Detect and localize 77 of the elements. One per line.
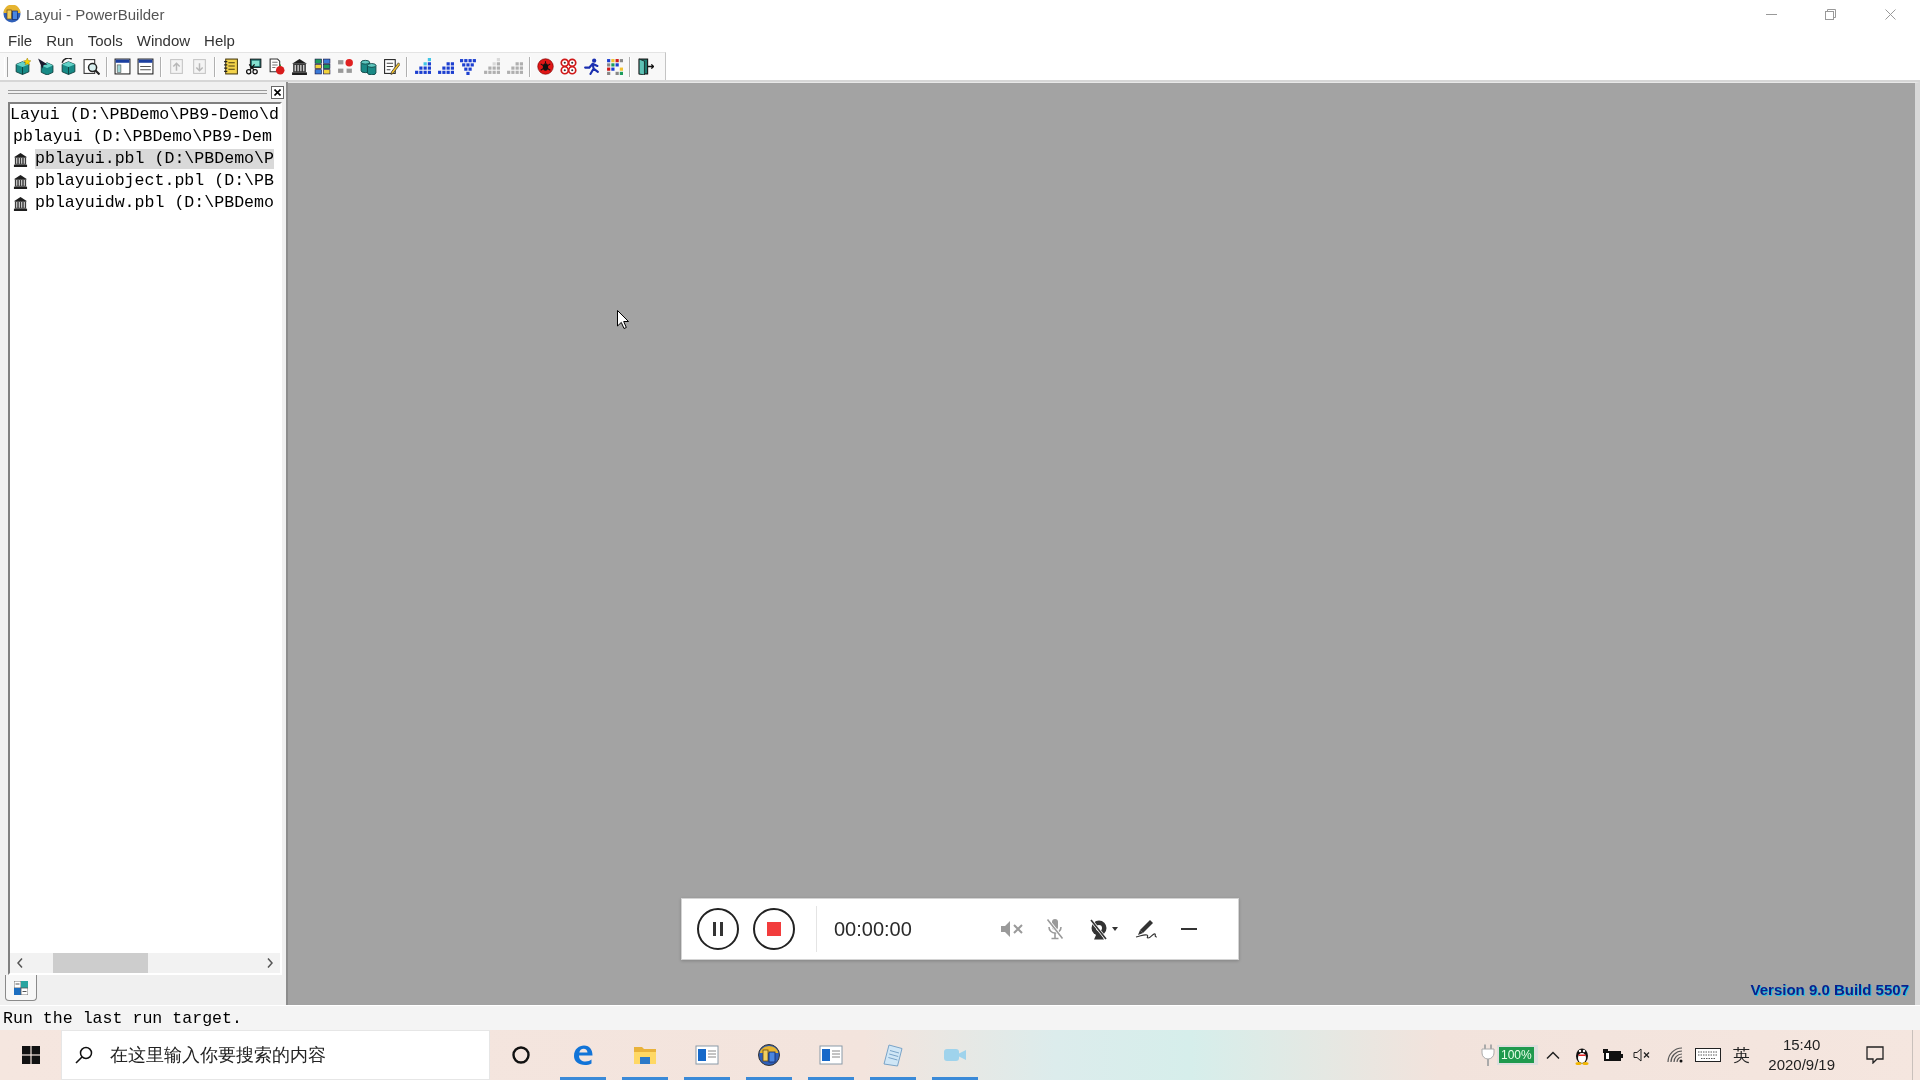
- building-icon: [13, 195, 28, 211]
- search-field[interactable]: 在这里输入你要搜索的内容: [61, 1030, 490, 1080]
- magnifier-icon[interactable]: [83, 58, 100, 75]
- recording-timer: 00:00:00: [834, 917, 912, 941]
- funnel-icon[interactable]: [460, 58, 477, 75]
- menu-item[interactable]: Help: [197, 31, 242, 49]
- document-ball-icon[interactable]: [268, 58, 285, 75]
- close-icon[interactable]: [1884, 8, 1896, 20]
- pen-icon[interactable]: [1134, 919, 1159, 939]
- tiles-icon: [14, 980, 28, 995]
- scroll-left-icon[interactable]: [17, 958, 23, 968]
- clock-time[interactable]: 15:40: [1782, 1035, 1821, 1055]
- building-icon: [13, 151, 28, 167]
- start-icon[interactable]: [21, 1046, 40, 1064]
- cube-pointer-icon[interactable]: [37, 58, 54, 75]
- menu-item[interactable]: Run: [39, 31, 81, 49]
- building-icon: [13, 173, 28, 189]
- pause-icon: [713, 922, 723, 936]
- scroll-right-icon[interactable]: [267, 958, 273, 968]
- building-icon[interactable]: [291, 58, 308, 75]
- version-label: Version 9.0 Build 5507: [1750, 981, 1909, 998]
- squares-icon[interactable]: [414, 58, 431, 75]
- app-logo-icon: [3, 5, 21, 23]
- pause-button[interactable]: [697, 908, 739, 950]
- window-icon[interactable]: [695, 1043, 719, 1067]
- database-icon[interactable]: [360, 58, 377, 75]
- e-logo-icon[interactable]: [571, 1043, 595, 1067]
- circles-icon[interactable]: [560, 58, 577, 75]
- minimize-icon[interactable]: [1180, 928, 1197, 930]
- tree-item[interactable]: pblayui (D:\PBDemo\PB9-Dem: [13, 127, 272, 147]
- panel-close-button[interactable]: [271, 85, 284, 99]
- battery-icon[interactable]: [1602, 1049, 1623, 1061]
- notebook-icon[interactable]: [222, 58, 239, 75]
- status-text: Run the last run target.: [3, 1008, 242, 1028]
- tree-item[interactable]: pblayuidw.pbl (D:\PBDemo: [35, 193, 274, 213]
- battery-percentage[interactable]: 100%: [1497, 1045, 1538, 1065]
- menu-item[interactable]: Window: [129, 31, 198, 49]
- notification-icon[interactable]: [1865, 1046, 1884, 1064]
- window-icon[interactable]: [137, 58, 154, 75]
- tree-item[interactable]: pblayui.pbl (D:\PBDemo\P: [35, 149, 274, 169]
- edit-icon[interactable]: [383, 58, 400, 75]
- restore-icon[interactable]: [1824, 8, 1836, 20]
- panel-tab[interactable]: [5, 975, 37, 1001]
- scrollbar-thumb[interactable]: [53, 953, 148, 973]
- window-icon[interactable]: [114, 58, 131, 75]
- bug-icon[interactable]: [537, 58, 554, 75]
- speaker-muted-icon[interactable]: [1632, 1048, 1651, 1062]
- horizontal-scrollbar[interactable]: [10, 953, 280, 973]
- blocks-dot-icon[interactable]: [337, 58, 354, 75]
- blocks-icon[interactable]: [314, 58, 331, 75]
- monitor-scissors-icon[interactable]: [245, 58, 262, 75]
- menu-item[interactable]: Tools: [80, 31, 130, 49]
- window-icon[interactable]: [819, 1043, 843, 1067]
- caret-down-icon[interactable]: [1111, 927, 1118, 931]
- chevron-up-icon[interactable]: [1545, 1051, 1560, 1059]
- input-method-indicator[interactable]: 英: [1730, 1043, 1753, 1067]
- window-title: Layui - PowerBuilder: [26, 5, 165, 23]
- tree-item[interactable]: Layui (D:\PBDemo\PB9-Demo\d: [10, 105, 279, 125]
- mosaic-icon[interactable]: [606, 58, 623, 75]
- microphone-off-icon[interactable]: [1045, 918, 1064, 940]
- circle-icon[interactable]: [512, 1046, 530, 1064]
- tree-item[interactable]: pblayuiobject.pbl (D:\PB: [35, 171, 274, 191]
- close-icon: [274, 88, 281, 96]
- mouse-pointer-icon: [617, 310, 629, 329]
- runner-icon[interactable]: [583, 58, 600, 75]
- cube-icon[interactable]: [60, 58, 77, 75]
- sphere-logo-icon[interactable]: [757, 1043, 781, 1067]
- stop-icon: [767, 922, 781, 936]
- cube-star-icon[interactable]: [14, 58, 31, 75]
- search-icon: [75, 1046, 93, 1064]
- stop-button[interactable]: [753, 908, 795, 950]
- wifi-icon[interactable]: [1666, 1047, 1683, 1063]
- menu-item[interactable]: File: [1, 31, 40, 49]
- clock-date[interactable]: 2020/9/19: [1768, 1055, 1836, 1075]
- door-arrow-icon[interactable]: [637, 58, 654, 75]
- webcam-off-icon[interactable]: [1088, 918, 1109, 940]
- keyboard-icon[interactable]: [1694, 1048, 1721, 1062]
